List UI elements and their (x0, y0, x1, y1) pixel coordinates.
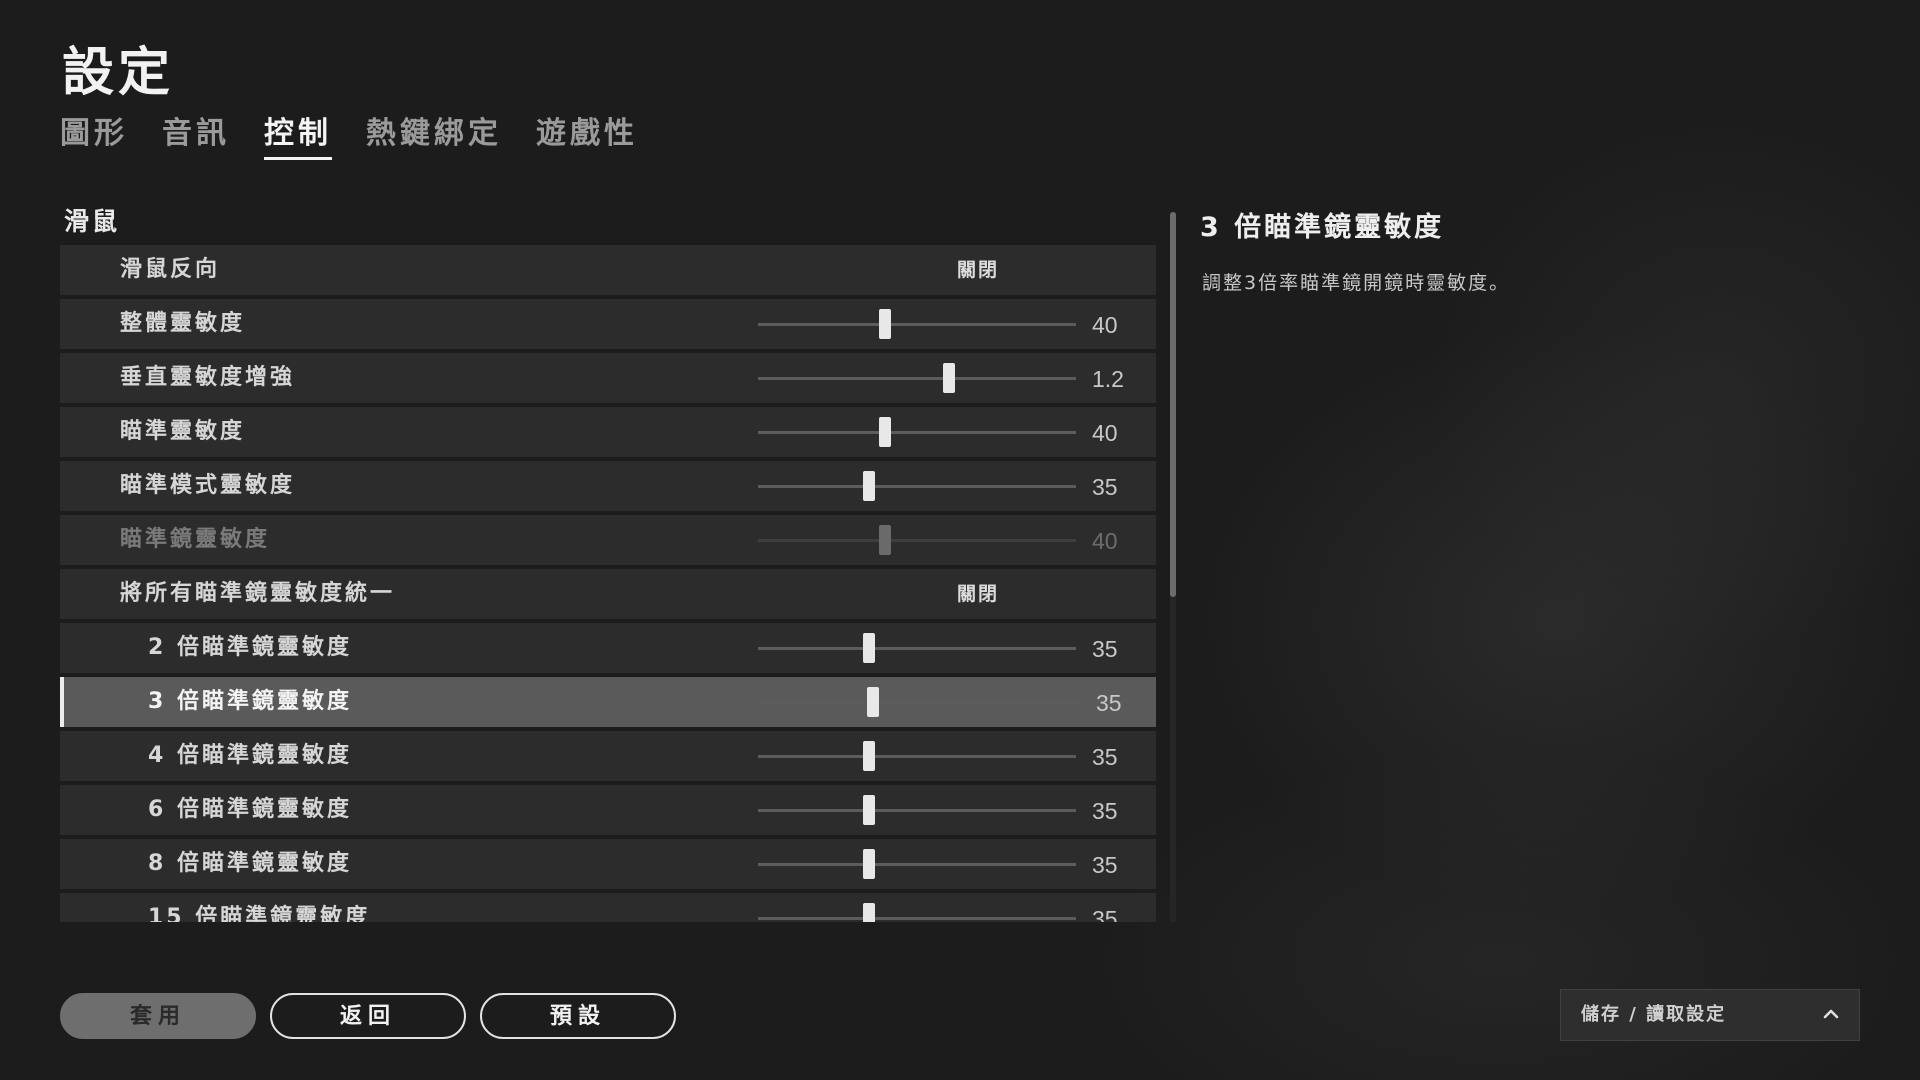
setting-row[interactable]: 8 倍瞄準鏡靈敏度 35 (60, 839, 1156, 889)
slider-value: 35 (1092, 474, 1118, 500)
setting-row[interactable]: 3 倍瞄準鏡靈敏度 35 (60, 677, 1156, 727)
slider-value: 1.2 (1092, 366, 1124, 392)
slider-handle[interactable] (879, 417, 892, 447)
setting-label: 8 倍瞄準鏡靈敏度 (148, 851, 352, 876)
setting-label: 2 倍瞄準鏡靈敏度 (148, 635, 352, 660)
slider-value: 35 (1096, 690, 1122, 716)
slider-handle (879, 525, 892, 555)
setting-label: 3 倍瞄準鏡靈敏度 (148, 689, 352, 714)
tab-gameplay[interactable]: 遊戲性 (536, 108, 638, 158)
slider-track[interactable] (758, 795, 1076, 825)
setting-label: 瞄準鏡靈敏度 (120, 527, 271, 552)
setting-row[interactable]: 15 倍瞄準鏡靈敏度 35 (60, 893, 1156, 922)
slider-handle[interactable] (863, 741, 876, 771)
page-title: 設定 (62, 43, 175, 103)
settings-tabs: 圖形 音訊 控制 熱鍵綁定 遊戲性 (60, 108, 638, 160)
slider-value: 35 (1092, 906, 1118, 922)
slider-track[interactable] (758, 903, 1076, 922)
default-button[interactable]: 預設 (480, 993, 676, 1039)
slider-track (758, 525, 1076, 555)
section-title-mouse: 滑鼠 (64, 207, 121, 236)
toggle-value[interactable]: 關閉 (898, 569, 1058, 619)
setting-label: 整體靈敏度 (120, 311, 246, 336)
slider-track[interactable] (762, 687, 1080, 717)
slider-track[interactable] (758, 633, 1076, 663)
slider-value: 35 (1092, 636, 1118, 662)
setting-row[interactable]: 4 倍瞄準鏡靈敏度 35 (60, 731, 1156, 781)
slider-value: 40 (1092, 312, 1118, 338)
setting-row[interactable]: 瞄準模式靈敏度 35 (60, 461, 1156, 511)
slider-handle[interactable] (863, 471, 876, 501)
slider-track[interactable] (758, 471, 1076, 501)
setting-row[interactable]: 滑鼠反向 關閉 (60, 245, 1156, 295)
setting-row[interactable]: 將所有瞄準鏡靈敏度統一 關閉 (60, 569, 1156, 619)
back-button[interactable]: 返回 (270, 993, 466, 1039)
setting-row: 瞄準鏡靈敏度 40 (60, 515, 1156, 565)
chevron-up-icon (1823, 1009, 1839, 1019)
setting-label: 15 倍瞄準鏡靈敏度 (148, 905, 371, 922)
slider-handle[interactable] (863, 903, 876, 922)
slider-track[interactable] (758, 309, 1076, 339)
tab-audio[interactable]: 音訊 (162, 108, 230, 158)
detail-description: 調整3倍率瞄準鏡開鏡時靈敏度。 (1202, 272, 1511, 294)
slider-track[interactable] (758, 363, 1076, 393)
setting-label: 瞄準模式靈敏度 (120, 473, 296, 498)
slider-value: 35 (1092, 744, 1118, 770)
tab-controls[interactable]: 控制 (264, 108, 332, 160)
setting-label: 瞄準靈敏度 (120, 419, 246, 444)
slider-handle[interactable] (879, 309, 892, 339)
tab-keybindings[interactable]: 熱鍵綁定 (366, 108, 502, 158)
setting-label: 垂直靈敏度增強 (120, 365, 296, 390)
setting-label: 滑鼠反向 (120, 257, 221, 282)
setting-row[interactable]: 垂直靈敏度增強 1.2 (60, 353, 1156, 403)
apply-button[interactable]: 套用 (60, 993, 256, 1039)
slider-value: 40 (1092, 420, 1118, 446)
scrollbar-thumb[interactable] (1170, 212, 1176, 597)
save-load-settings-dropdown[interactable]: 儲存 / 讀取設定 (1560, 989, 1860, 1041)
slider-handle[interactable] (942, 363, 955, 393)
setting-label: 6 倍瞄準鏡靈敏度 (148, 797, 352, 822)
setting-row[interactable]: 2 倍瞄準鏡靈敏度 35 (60, 623, 1156, 673)
slider-track[interactable] (758, 849, 1076, 879)
detail-title: 3 倍瞄準鏡靈敏度 (1200, 212, 1445, 243)
toggle-value[interactable]: 關閉 (898, 245, 1058, 295)
slider-value: 40 (1092, 528, 1118, 554)
save-load-label: 儲存 / 讀取設定 (1581, 1004, 1727, 1025)
slider-handle[interactable] (863, 849, 876, 879)
slider-handle[interactable] (863, 633, 876, 663)
settings-list: 滑鼠反向 關閉 整體靈敏度 40 垂直靈敏度增強 1.2 瞄準靈敏度 40 瞄準模式靈敏度 35 瞄… (60, 245, 1156, 922)
tab-graphics[interactable]: 圖形 (60, 108, 128, 158)
slider-value: 35 (1092, 852, 1118, 878)
scrollbar[interactable] (1170, 212, 1176, 922)
setting-label: 4 倍瞄準鏡靈敏度 (148, 743, 352, 768)
setting-row[interactable]: 整體靈敏度 40 (60, 299, 1156, 349)
settings-screen: 設定 圖形 音訊 控制 熱鍵綁定 遊戲性 滑鼠 滑鼠反向 關閉 整體靈敏度 40 垂直靈… (0, 0, 1920, 1080)
slider-track[interactable] (758, 417, 1076, 447)
setting-row[interactable]: 6 倍瞄準鏡靈敏度 35 (60, 785, 1156, 835)
setting-label: 將所有瞄準鏡靈敏度統一 (120, 581, 396, 606)
slider-track[interactable] (758, 741, 1076, 771)
slider-handle[interactable] (867, 687, 880, 717)
slider-handle[interactable] (863, 795, 876, 825)
slider-value: 35 (1092, 798, 1118, 824)
setting-row[interactable]: 瞄準靈敏度 40 (60, 407, 1156, 457)
